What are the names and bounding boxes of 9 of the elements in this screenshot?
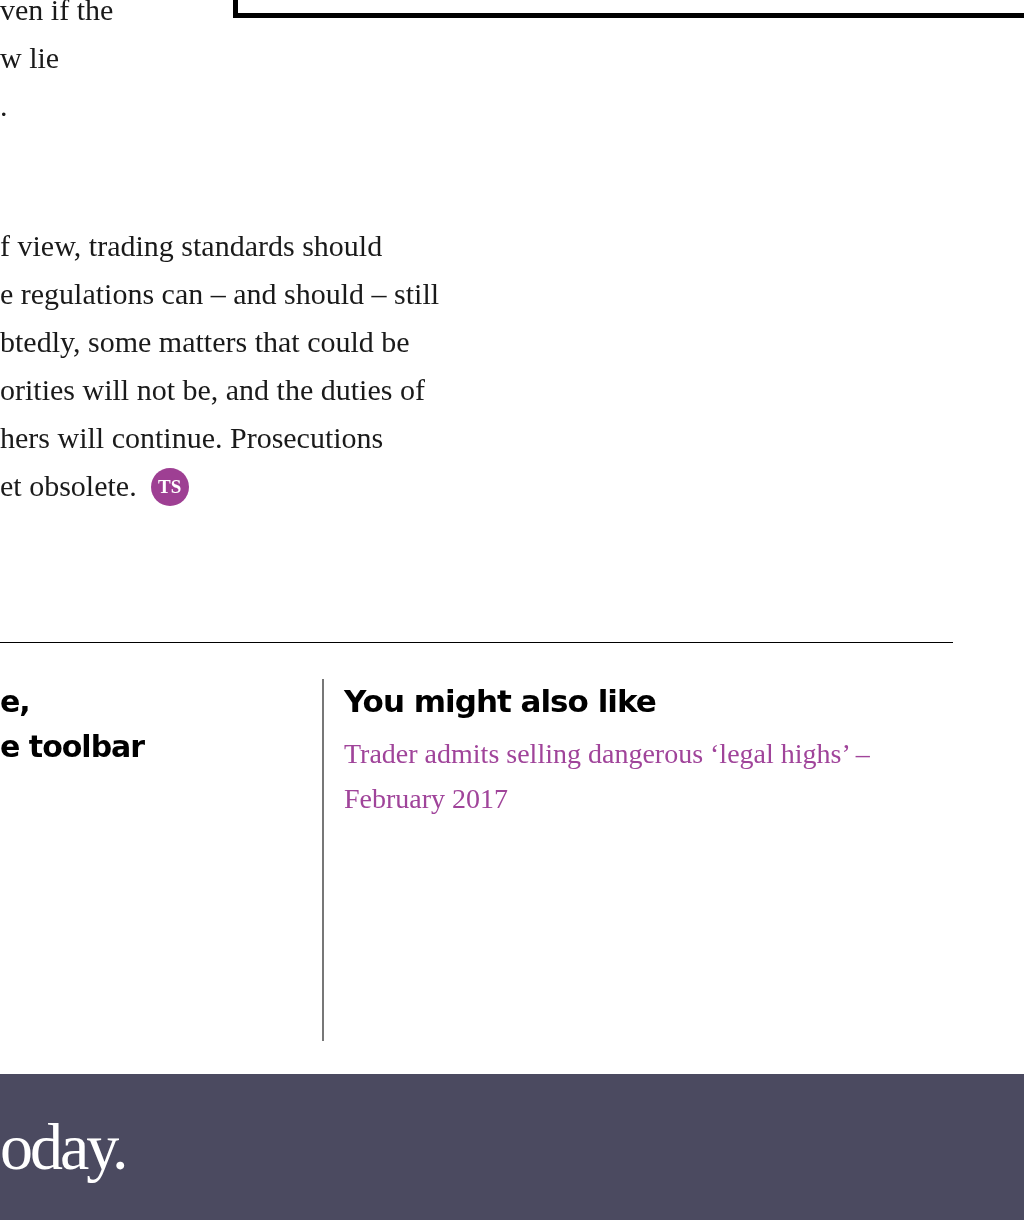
promo-text: e toolbar xyxy=(0,728,146,766)
paragraph: f view, trading standards should e regulations can – and should – still btedly, some matters that could be orities will not be, and the duties of hers will continue. Prosecutions et obsolete. TS xyxy=(0,222,953,510)
section-heading: You might also like xyxy=(344,682,657,721)
end-mark-icon: TS xyxy=(150,467,189,506)
text-line: . xyxy=(0,88,9,124)
text-line: w lie xyxy=(0,40,61,76)
article-link[interactable]: Trader admits selling dangerous ‘legal highs’ – February 2017 xyxy=(344,731,944,821)
promo-text: e, xyxy=(0,683,31,721)
site-logo[interactable]: oday. xyxy=(0,1112,126,1182)
